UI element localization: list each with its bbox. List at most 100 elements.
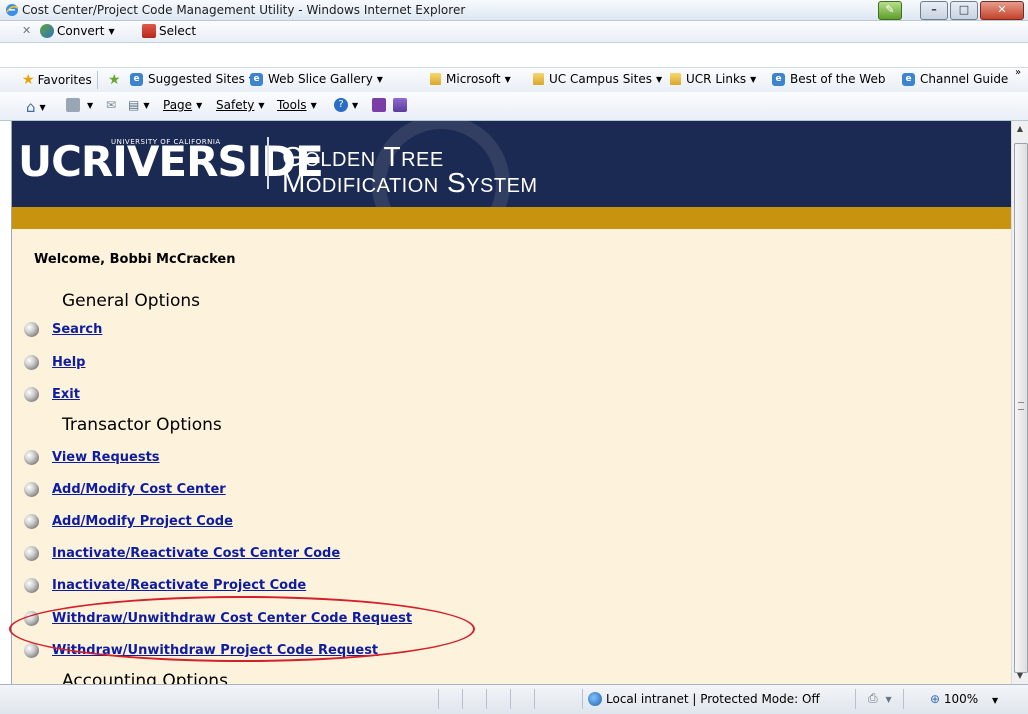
option-help[interactable]: Help	[24, 355, 85, 370]
feeds-button[interactable]: ▼	[66, 98, 93, 112]
add-modify-project-code-link[interactable]: Add/Modify Project Code	[52, 514, 233, 529]
maximize-button[interactable]: □	[950, 1, 978, 20]
link-suggested-sites[interactable]: e Suggested Sites ▼	[130, 72, 255, 86]
tools-menu-label: Tools	[277, 98, 307, 112]
exit-link[interactable]: Exit	[52, 387, 80, 402]
folder-icon	[670, 73, 681, 85]
option-inactivate-cost-center[interactable]: Inactivate/Reactivate Cost Center Code	[24, 546, 340, 561]
link-label: Web Slice Gallery	[268, 72, 373, 86]
select-button[interactable]: Select	[142, 24, 196, 38]
research-icon	[393, 98, 407, 112]
status-divider	[855, 689, 856, 709]
chevron-down-icon: ▼	[992, 696, 999, 705]
folder-icon	[533, 73, 544, 85]
add-modify-cost-center-link[interactable]: Add/Modify Cost Center	[52, 482, 226, 497]
option-withdraw-project-code-request[interactable]: Withdraw/Unwithdraw Project Code Request	[24, 643, 378, 658]
option-inactivate-project-code[interactable]: Inactivate/Reactivate Project Code	[24, 578, 306, 593]
search-link[interactable]: Search	[52, 322, 102, 337]
print-button[interactable]: ▤ ▼	[128, 98, 150, 112]
page-menu-label: Page	[163, 98, 193, 112]
tools-menu[interactable]: Tools ▼	[277, 98, 317, 112]
link-channel-guide[interactable]: e Channel Guide	[902, 72, 1008, 86]
close-button[interactable]: ✕	[980, 1, 1024, 20]
add-favorite-icon: ★	[108, 72, 121, 88]
help-menu[interactable]: ? ▼	[334, 98, 358, 112]
select-icon	[142, 24, 156, 38]
vertical-scrollbar[interactable]: ▲ ▼	[1011, 121, 1028, 684]
chevron-down-icon: ▼	[885, 695, 892, 704]
status-divider	[510, 689, 511, 709]
link-web-slice-gallery[interactable]: e Web Slice Gallery ▼	[250, 72, 383, 86]
status-divider	[486, 689, 487, 709]
safety-menu[interactable]: Safety ▼	[216, 98, 265, 112]
transactor-options-heading: Transactor Options	[62, 415, 222, 435]
link-uc-campus-sites[interactable]: UC Campus Sites ▼	[533, 72, 662, 86]
compat-icon: ✎	[885, 3, 895, 16]
maximize-icon: □	[958, 3, 970, 16]
chevron-down-icon: ▼	[143, 100, 150, 110]
security-zone[interactable]: Local intranet | Protected Mode: Off	[588, 692, 820, 706]
favorites-button[interactable]: ★ Favorites	[22, 72, 92, 88]
x-icon: ✕	[22, 24, 32, 37]
withdraw-project-code-request-link[interactable]: Withdraw/Unwithdraw Project Code Request	[52, 643, 378, 658]
popup-blocker-button[interactable]: ⎙ ▼	[868, 691, 892, 706]
inactivate-cost-center-link[interactable]: Inactivate/Reactivate Cost Center Code	[52, 546, 340, 561]
window-controls: ✎ – □ ✕	[876, 1, 1024, 20]
add-favorite-button[interactable]: ★	[108, 72, 124, 88]
help-link[interactable]: Help	[52, 355, 85, 370]
security-zone-label: Local intranet | Protected Mode: Off	[606, 692, 820, 706]
chevron-down-icon: ▼	[196, 100, 203, 110]
bullet-icon	[24, 355, 39, 370]
withdraw-cost-center-request-link[interactable]: Withdraw/Unwithdraw Cost Center Code Req…	[52, 611, 412, 626]
status-divider	[462, 689, 463, 709]
bullet-icon	[24, 611, 39, 626]
view-requests-link[interactable]: View Requests	[52, 450, 160, 465]
home-button[interactable]: ⌂ ▼	[26, 98, 46, 116]
option-withdraw-cost-center-request[interactable]: Withdraw/Unwithdraw Cost Center Code Req…	[24, 611, 412, 626]
zoom-control[interactable]: ⊕ 100% ▼	[930, 692, 998, 706]
convert-button[interactable]: Convert ▼	[40, 24, 115, 38]
scroll-thumb[interactable]	[1014, 143, 1028, 673]
bullet-icon	[24, 546, 39, 561]
option-view-requests[interactable]: View Requests	[24, 450, 160, 465]
page-menu[interactable]: Page ▼	[163, 98, 202, 112]
chevron-down-icon: ▼	[504, 74, 511, 84]
home-icon: ⌂	[26, 98, 36, 116]
option-search[interactable]: Search	[24, 322, 102, 337]
print-icon: ▤	[128, 98, 140, 112]
window-title: Cost Center/Project Code Management Util…	[22, 3, 466, 17]
bullet-icon	[24, 514, 39, 529]
star-icon: ★	[22, 72, 35, 88]
ie-page-icon: e	[772, 72, 785, 86]
research-button[interactable]	[393, 98, 410, 112]
chevron-down-icon: ▼	[39, 102, 46, 112]
close-toolbar-button[interactable]: ✕	[22, 24, 31, 37]
more-links-button[interactable]: »	[1015, 67, 1021, 78]
option-add-modify-cost-center[interactable]: Add/Modify Cost Center	[24, 482, 226, 497]
ucr-logo: UCRIVERSIDE	[18, 137, 324, 186]
link-label: Suggested Sites	[148, 72, 245, 86]
divider	[97, 71, 98, 89]
scroll-down-icon[interactable]: ▼	[1012, 668, 1028, 684]
onenote-button[interactable]	[372, 98, 389, 112]
general-options-heading: General Options	[62, 291, 200, 311]
link-label: UC Campus Sites	[549, 72, 652, 86]
option-exit[interactable]: Exit	[24, 387, 80, 402]
inactivate-project-code-link[interactable]: Inactivate/Reactivate Project Code	[52, 578, 306, 593]
link-microsoft[interactable]: Microsoft ▼	[430, 72, 511, 86]
link-best-of-the-web[interactable]: e Best of the Web	[772, 72, 885, 86]
compat-button[interactable]: ✎	[878, 1, 902, 20]
link-ucr-links[interactable]: UCR Links ▼	[670, 72, 756, 86]
ie-page-icon: e	[250, 72, 263, 86]
minimize-button[interactable]: –	[920, 1, 948, 20]
scroll-up-icon[interactable]: ▲	[1012, 121, 1028, 137]
status-divider	[903, 689, 904, 709]
system-title-line2: Modification System	[282, 167, 538, 198]
grip-icon	[1018, 402, 1024, 410]
site-banner: UCRIVERSIDE UNIVERSITY OF CALIFORNIA Gol…	[12, 121, 1011, 207]
accounting-options-heading: Accounting Options	[62, 671, 228, 684]
chevron-down-icon: ▼	[352, 100, 359, 110]
command-bar: ✕ Convert ▼ Select	[0, 21, 1028, 43]
mail-button[interactable]: ✉	[106, 98, 116, 112]
option-add-modify-project-code[interactable]: Add/Modify Project Code	[24, 514, 233, 529]
